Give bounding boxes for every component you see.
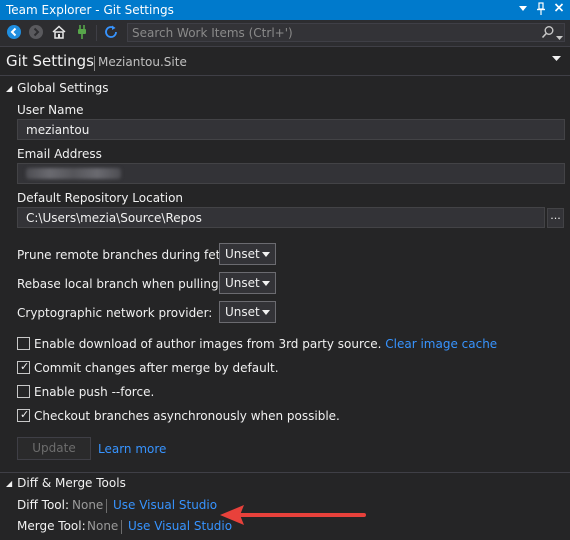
commit-after-merge-checkbox[interactable]: ✓ xyxy=(17,361,30,374)
clear-image-cache-link[interactable]: Clear image cache xyxy=(385,337,497,351)
prune-value: Unset xyxy=(225,247,260,261)
search-icon[interactable] xyxy=(541,25,555,42)
header-divider xyxy=(0,75,570,76)
search-work-items-input[interactable]: Search Work Items (Ctrl+') xyxy=(127,23,565,42)
diff-use-visual-studio-link[interactable]: Use Visual Studio xyxy=(113,498,217,512)
collapse-triangle-icon: ◢ xyxy=(6,84,13,93)
search-options-icon[interactable] xyxy=(556,30,563,44)
rebase-label: Rebase local branch when pulling: xyxy=(17,277,223,291)
repo-location-label: Default Repository Location xyxy=(17,191,184,205)
repo-location-value: C:\Users\mezia\Source\Repos xyxy=(26,211,202,225)
home-icon[interactable] xyxy=(51,24,69,42)
window-title: Team Explorer - Git Settings xyxy=(6,3,174,17)
annotation-arrow-icon xyxy=(218,502,368,531)
title-bar: Team Explorer - Git Settings xyxy=(0,0,570,20)
forward-icon[interactable] xyxy=(28,24,46,42)
diff-merge-section-header[interactable]: ◢ Diff & Merge Tools xyxy=(6,476,126,490)
window-dropdown-icon[interactable] xyxy=(516,2,530,17)
author-images-text: Enable download of author images from 3r… xyxy=(34,337,382,351)
rebase-value: Unset xyxy=(225,276,260,290)
user-name-value: meziantou xyxy=(26,123,90,137)
crypto-dropdown[interactable]: Unset xyxy=(219,301,276,323)
back-icon[interactable] xyxy=(6,24,24,42)
merge-tool-value: None xyxy=(87,519,119,533)
close-icon[interactable] xyxy=(552,2,566,17)
merge-tool-label: Merge Tool: xyxy=(17,519,86,533)
rebase-dropdown[interactable]: Unset xyxy=(219,272,276,294)
checkout-async-checkbox[interactable]: ✓ xyxy=(17,409,30,422)
connect-icon[interactable] xyxy=(74,24,92,42)
collapse-triangle-icon: ◢ xyxy=(6,479,13,488)
toolbar-separator xyxy=(96,25,97,41)
search-placeholder: Search Work Items (Ctrl+') xyxy=(132,26,293,40)
update-button[interactable]: Update xyxy=(17,437,91,460)
email-redacted xyxy=(26,168,121,179)
diff-merge-title: Diff & Merge Tools xyxy=(17,476,126,490)
checkmark-icon: ✓ xyxy=(20,408,30,421)
merge-use-visual-studio-link[interactable]: Use Visual Studio xyxy=(128,519,232,533)
site-name: Meziantou.Site xyxy=(98,55,187,69)
checkmark-icon: ✓ xyxy=(20,360,30,373)
global-settings-title: Global Settings xyxy=(17,81,109,95)
section-divider xyxy=(0,472,570,473)
crypto-label: Cryptographic network provider: xyxy=(17,306,213,320)
prune-label: Prune remote branches during fetch: xyxy=(17,248,239,262)
email-label: Email Address xyxy=(17,147,102,161)
checkout-async-label: Checkout branches asynchronously when po… xyxy=(34,409,340,423)
chevron-down-icon xyxy=(262,310,270,315)
push-force-label: Enable push --force. xyxy=(34,385,155,399)
global-settings-section-header[interactable]: ◢ Global Settings xyxy=(6,81,108,95)
chevron-down-icon xyxy=(262,252,270,257)
refresh-icon[interactable] xyxy=(103,24,121,42)
author-images-checkbox[interactable] xyxy=(17,337,30,350)
user-name-input[interactable]: meziantou xyxy=(17,119,565,140)
push-force-checkbox[interactable] xyxy=(17,385,30,398)
merge-tool-separator xyxy=(121,520,122,534)
diff-tool-separator xyxy=(106,499,107,513)
chevron-down-icon xyxy=(262,281,270,286)
author-images-label: Enable download of author images from 3r… xyxy=(34,337,497,351)
diff-tool-label: Diff Tool: xyxy=(17,498,70,512)
crypto-value: Unset xyxy=(225,305,260,319)
commit-after-merge-label: Commit changes after merge by default. xyxy=(34,361,279,375)
prune-dropdown[interactable]: Unset xyxy=(219,243,276,265)
email-input[interactable] xyxy=(17,163,565,184)
user-name-label: User Name xyxy=(17,103,84,117)
page-title: Git Settings xyxy=(6,52,94,70)
pin-icon[interactable] xyxy=(534,2,548,19)
diff-tool-value: None xyxy=(72,498,104,512)
repo-location-input[interactable]: C:\Users\mezia\Source\Repos xyxy=(17,207,545,228)
learn-more-link[interactable]: Learn more xyxy=(98,442,166,456)
page-menu-dropdown-icon[interactable] xyxy=(552,55,561,65)
browse-button[interactable]: ... xyxy=(547,208,564,228)
header-separator xyxy=(94,56,95,71)
